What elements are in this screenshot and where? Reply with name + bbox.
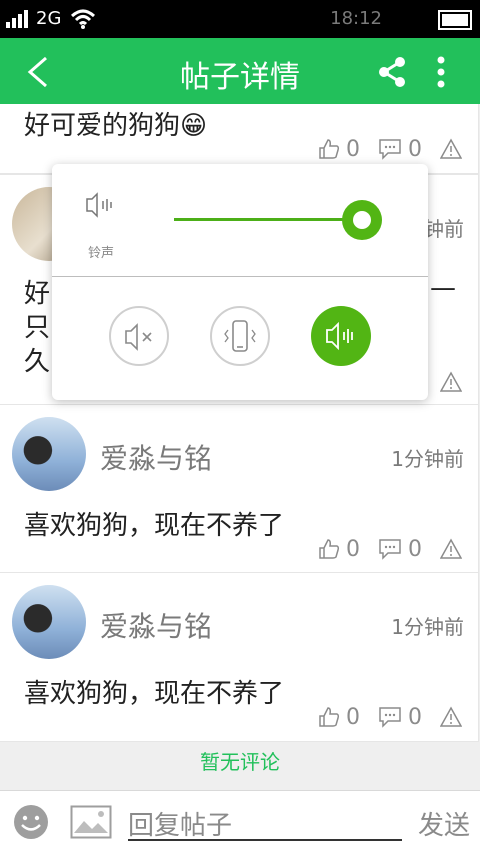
post-actions: 0 0 xyxy=(318,535,462,563)
like-icon[interactable] xyxy=(318,706,340,728)
status-bar: 2G 18:12 xyxy=(0,0,480,38)
signal-icon xyxy=(6,10,28,28)
volume-popup: 铃声 xyxy=(52,164,428,400)
like-count: 0 xyxy=(346,704,360,730)
post-text-line: 好 xyxy=(24,279,51,309)
post-text: 喜欢狗狗，现在不养了 xyxy=(24,511,285,541)
comment-icon[interactable] xyxy=(378,538,402,560)
report-icon[interactable] xyxy=(440,538,462,560)
post-text: 好可爱的狗狗😁 xyxy=(24,111,208,141)
reply-input[interactable]: 回复帖子 xyxy=(128,805,402,841)
no-comments-text: 暂无评论 xyxy=(200,750,280,774)
like-icon[interactable] xyxy=(318,538,340,560)
comment-icon[interactable] xyxy=(378,138,402,160)
mute-button[interactable] xyxy=(109,306,169,366)
report-icon[interactable] xyxy=(440,371,462,393)
page-title: 帖子详情 xyxy=(180,60,300,95)
more-vert-icon[interactable] xyxy=(436,56,446,88)
comment-icon[interactable] xyxy=(378,706,402,728)
list-item[interactable]: 爱淼与铭 1分钟前 喜欢狗狗，现在不养了 0 0 xyxy=(0,572,479,742)
post-text-line: 久 xyxy=(24,347,51,377)
report-icon[interactable] xyxy=(440,138,462,160)
battery-icon xyxy=(438,10,472,30)
comment-count: 0 xyxy=(408,136,422,162)
network-type: 2G xyxy=(36,8,62,29)
title-bar: 帖子详情 xyxy=(0,38,480,104)
post-time: 1分钟前 xyxy=(391,447,464,471)
emoji-icon[interactable] xyxy=(12,803,50,841)
reply-bar: 回复帖子 发送 xyxy=(0,790,480,855)
like-count: 0 xyxy=(346,136,360,162)
send-button[interactable]: 发送 xyxy=(418,805,470,842)
avatar[interactable] xyxy=(12,585,86,659)
ringer-label: 铃声 xyxy=(88,246,115,261)
ringer-icon xyxy=(326,321,353,351)
mute-icon xyxy=(125,323,152,351)
vibrate-button[interactable] xyxy=(210,306,270,366)
image-icon[interactable] xyxy=(70,805,112,839)
ringer-button[interactable] xyxy=(311,306,371,366)
comment-count: 0 xyxy=(408,704,422,730)
comment-count: 0 xyxy=(408,536,422,562)
report-icon[interactable] xyxy=(440,706,462,728)
post-actions: 0 0 xyxy=(318,135,462,163)
share-icon[interactable] xyxy=(376,56,408,88)
list-item[interactable]: 爱淼与铭 1分钟前 喜欢狗狗，现在不养了 0 0 xyxy=(0,404,479,574)
volume-slider-track[interactable] xyxy=(174,218,362,221)
speaker-icon xyxy=(86,192,112,218)
divider xyxy=(52,276,428,277)
wifi-icon xyxy=(70,9,96,29)
post-time: 1分钟前 xyxy=(391,615,464,639)
post-actions: 0 0 xyxy=(318,703,462,731)
volume-slider-thumb[interactable] xyxy=(342,200,382,240)
post-text: 喜欢狗狗，现在不养了 xyxy=(24,679,285,709)
avatar[interactable] xyxy=(12,417,86,491)
post-time: 钟前 xyxy=(424,217,464,241)
like-icon[interactable] xyxy=(318,138,340,160)
post-text-line: — xyxy=(430,273,456,303)
vibrate-icon xyxy=(224,320,256,352)
like-count: 0 xyxy=(346,536,360,562)
author-name[interactable]: 爱淼与铭 xyxy=(100,437,212,477)
author-name[interactable]: 爱淼与铭 xyxy=(100,605,212,645)
post-text-line: 只 xyxy=(24,313,51,343)
clock: 18:12 xyxy=(330,8,382,29)
